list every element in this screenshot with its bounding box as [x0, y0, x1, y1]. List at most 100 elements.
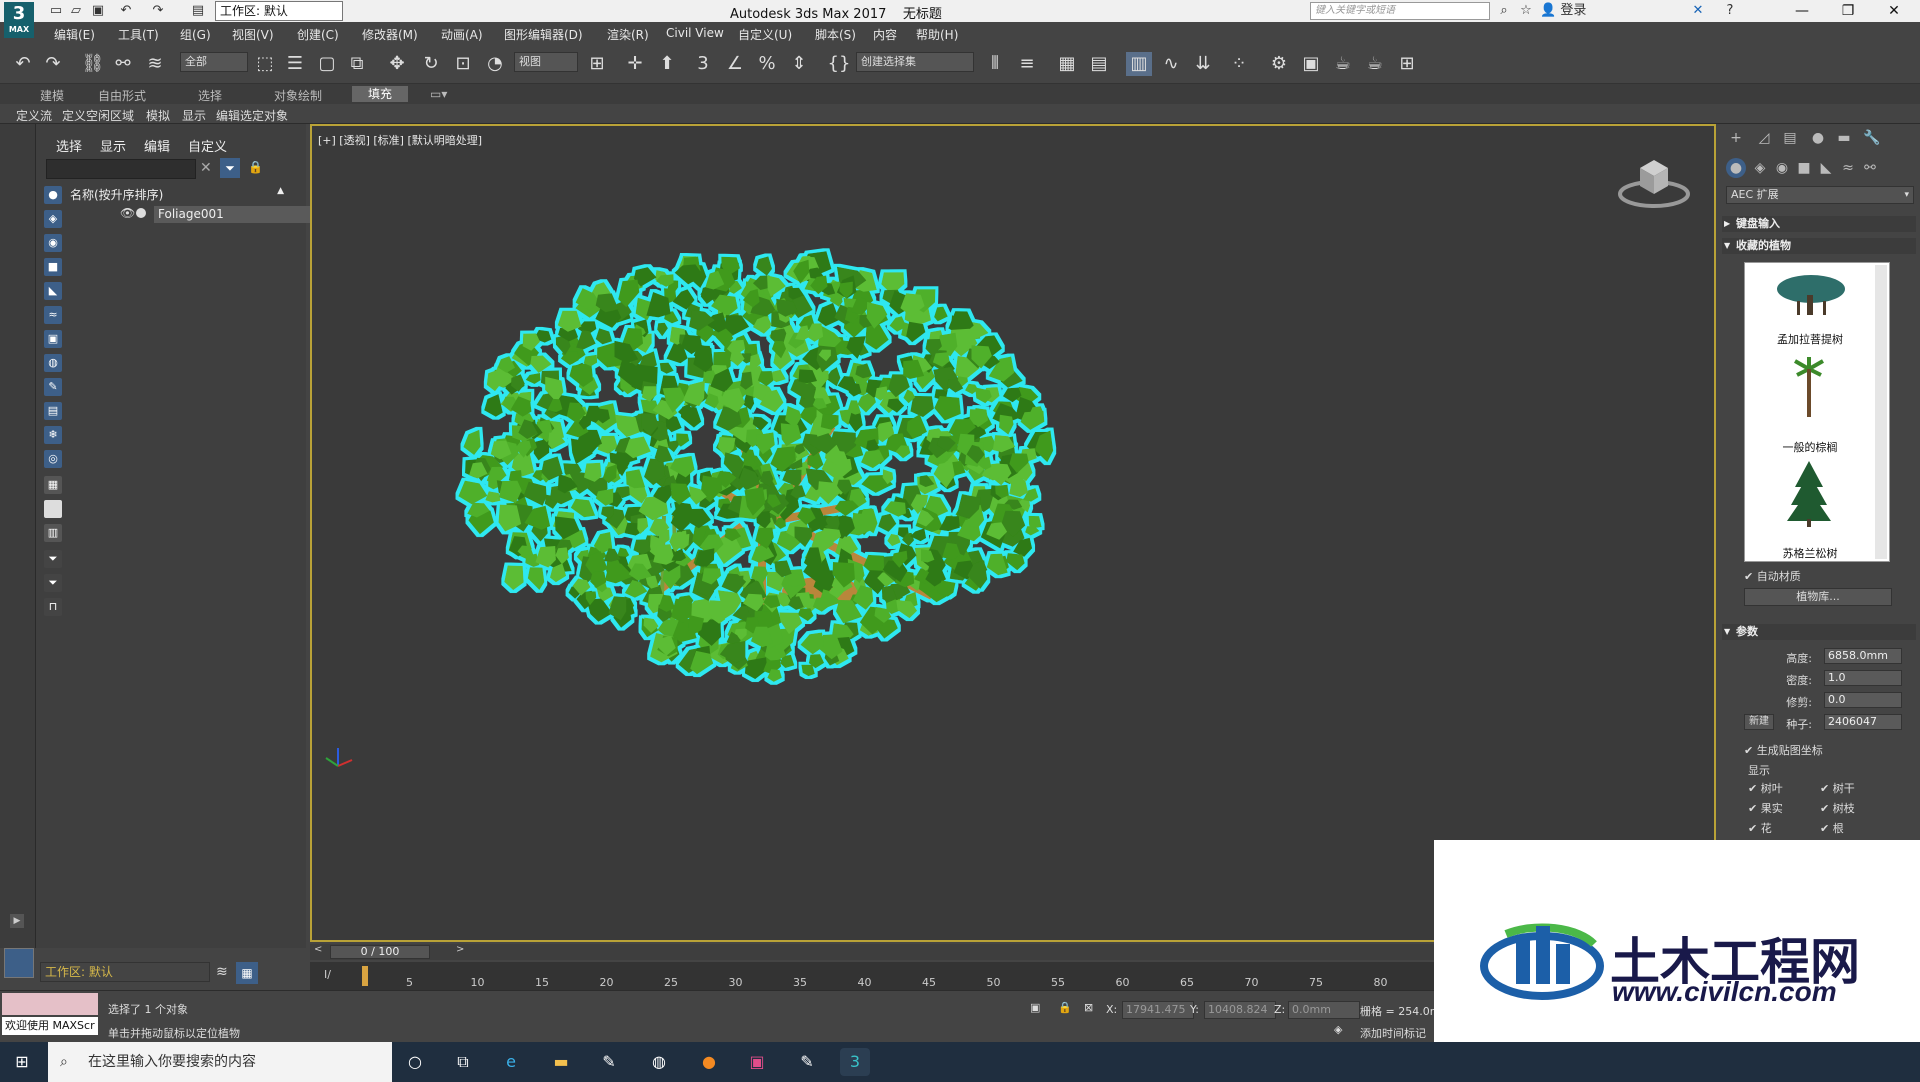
- undo-icon[interactable]: ↶: [118, 3, 134, 19]
- panel-define-flows[interactable]: 定义流: [16, 107, 52, 124]
- paint-app-icon[interactable]: ✎: [594, 1048, 624, 1076]
- menu-tools[interactable]: 工具(T): [118, 26, 159, 43]
- select-manipulate-icon[interactable]: ✛: [622, 52, 648, 76]
- panel-display[interactable]: 显示: [182, 107, 206, 124]
- layers-icon[interactable]: ≋: [216, 964, 228, 980]
- angle-snap-icon[interactable]: ∠: [722, 52, 748, 76]
- login-button[interactable]: 👤 登录: [1540, 3, 1600, 19]
- spacewarps-category-icon[interactable]: ≈: [1838, 158, 1858, 178]
- redo-icon[interactable]: ↷: [150, 3, 166, 19]
- absolute-mode-icon[interactable]: ⊠: [1084, 1001, 1093, 1014]
- filter-funnel2-icon[interactable]: ⏷: [44, 574, 62, 592]
- scale-icon[interactable]: ⊡: [450, 52, 476, 76]
- current-frame-marker[interactable]: [362, 966, 368, 986]
- rotate-icon[interactable]: ↻: [418, 52, 444, 76]
- filter-frozen-icon[interactable]: ❄: [44, 426, 62, 444]
- menu-edit[interactable]: 编辑(E): [54, 26, 95, 43]
- explorer-menu-select[interactable]: 选择: [56, 136, 82, 155]
- palm-tree-icon[interactable]: [1789, 355, 1829, 419]
- rect-selection-icon[interactable]: ▢: [314, 52, 340, 76]
- flowers-checkbox[interactable]: ✔ 花: [1748, 820, 1772, 836]
- plant-library-button[interactable]: 植物库...: [1744, 588, 1892, 606]
- menu-customize[interactable]: 自定义(U): [738, 26, 792, 43]
- filter-hidden-icon[interactable]: ◎: [44, 450, 62, 468]
- perspective-viewport[interactable]: [+] [透视] [标准] [默认明暗处理]: [310, 124, 1716, 942]
- rollout-favorite-plants[interactable]: ▼ 收藏的植物: [1722, 238, 1916, 254]
- ribbon-tab-populate[interactable]: 填充: [352, 86, 409, 102]
- redo-icon[interactable]: ↷: [40, 52, 66, 76]
- ribbon-tab-object-paint[interactable]: 对象绘制: [274, 87, 322, 104]
- gen-mapping-checkbox[interactable]: ✔ 生成贴图坐标: [1744, 742, 1823, 758]
- utilities-tab-icon[interactable]: 🔧: [1862, 128, 1882, 148]
- panel-edit-selected[interactable]: 编辑选定对象: [216, 107, 288, 124]
- taskbar-search-input[interactable]: ⌕ 在这里输入你要搜索的内容: [48, 1042, 392, 1082]
- link-icon[interactable]: ⛓: [80, 52, 106, 76]
- filter-shapes-icon[interactable]: ◈: [44, 210, 62, 228]
- cameras-category-icon[interactable]: ■: [1794, 158, 1814, 178]
- geometry-category-icon[interactable]: ●: [1726, 158, 1746, 178]
- notepad-icon[interactable]: ✎: [792, 1048, 822, 1076]
- add-time-tag[interactable]: 添加时间标记: [1360, 1025, 1426, 1041]
- ref-coord-dropdown[interactable]: 视图: [514, 52, 578, 72]
- menu-scripting[interactable]: 脚本(S): [815, 26, 856, 43]
- unlink-icon[interactable]: ⚯: [110, 52, 136, 76]
- menu-views[interactable]: 视图(V): [232, 26, 274, 43]
- filter-invert-icon[interactable]: ▥: [44, 524, 62, 542]
- selection-lock-icon[interactable]: 🔒: [1058, 1001, 1072, 1014]
- panel-simulate[interactable]: 模拟: [146, 107, 170, 124]
- help-search-input[interactable]: 键入关键字或短语: [1310, 2, 1490, 20]
- shapes-category-icon[interactable]: ◈: [1750, 158, 1770, 178]
- firefox-icon[interactable]: ●: [694, 1048, 724, 1076]
- filter-bones-icon[interactable]: ✎: [44, 378, 62, 396]
- filter-icon[interactable]: ⏷: [220, 158, 240, 178]
- plant-name[interactable]: 苏格兰松树: [1745, 545, 1875, 561]
- align-icon[interactable]: ≡: [1014, 52, 1040, 76]
- ribbon-tab-freeform[interactable]: 自由形式: [98, 87, 146, 104]
- photo-app-icon[interactable]: ▣: [742, 1048, 772, 1076]
- lock-icon[interactable]: 🔒: [248, 160, 263, 174]
- selection-filter-dropdown[interactable]: 全部: [180, 52, 248, 72]
- task-view-icon[interactable]: ⧉: [448, 1048, 478, 1076]
- workspace-selector[interactable]: 工作区: 默认: [40, 962, 210, 982]
- ribbon-tab-selection[interactable]: 选择: [198, 87, 222, 104]
- filter-groups-icon[interactable]: ▣: [44, 330, 62, 348]
- exchange-icon[interactable]: ✕: [1690, 3, 1706, 19]
- spinner-snap-icon[interactable]: ⇕: [786, 52, 812, 76]
- rollout-parameters[interactable]: ▼ 参数: [1722, 624, 1916, 640]
- 3dsmax-taskbar-icon[interactable]: 3: [840, 1048, 870, 1076]
- helpers-category-icon[interactable]: ◣: [1816, 158, 1836, 178]
- object-type-dropdown[interactable]: AEC 扩展 ▾: [1726, 186, 1914, 204]
- open-file-icon[interactable]: ▱: [68, 3, 84, 19]
- menu-civil-view[interactable]: Civil View: [666, 26, 724, 40]
- filter-spacewarps-icon[interactable]: ≈: [44, 306, 62, 324]
- scene-explorer-toggle-icon[interactable]: ▦: [236, 962, 258, 984]
- restore-button[interactable]: ❐: [1826, 0, 1870, 22]
- pruning-spinner[interactable]: 0.0: [1824, 692, 1902, 708]
- placement-icon[interactable]: ◔: [482, 52, 508, 76]
- roots-checkbox[interactable]: ✔ 根: [1820, 820, 1844, 836]
- edit-named-sel-icon[interactable]: {}: [826, 52, 852, 76]
- star-icon[interactable]: ☆: [1518, 3, 1534, 19]
- render-cloud-icon[interactable]: ⊞: [1394, 52, 1420, 76]
- banyan-tree-icon[interactable]: [1775, 271, 1847, 317]
- scene-explorer-icon[interactable]: ▥: [1126, 52, 1152, 76]
- prev-frame-icon[interactable]: <: [314, 944, 322, 955]
- density-spinner[interactable]: 1.0: [1824, 670, 1902, 686]
- plant-list-scrollbar[interactable]: [1875, 265, 1887, 559]
- plant-name[interactable]: 一般的棕榈: [1745, 439, 1875, 455]
- window-crossing-icon[interactable]: ⧉: [344, 52, 370, 76]
- modify-tab-icon[interactable]: ◿: [1754, 128, 1774, 148]
- create-tab-icon[interactable]: +: [1726, 128, 1746, 148]
- move-icon[interactable]: ✥: [384, 52, 410, 76]
- foliage-tree[interactable]: [458, 251, 1054, 682]
- project-icon[interactable]: ▤: [190, 3, 206, 19]
- rollout-keyboard-entry[interactable]: ▶ 键盘输入: [1722, 216, 1916, 232]
- plant-list[interactable]: 孟加拉菩提树 一般的棕榈 苏格兰松树: [1744, 262, 1890, 562]
- maxscript-listener[interactable]: [2, 993, 98, 1015]
- time-slider-knob[interactable]: 0 / 100: [330, 945, 430, 959]
- leaves-checkbox[interactable]: ✔ 树叶: [1748, 780, 1783, 796]
- select-object-icon[interactable]: ⬚: [252, 52, 278, 76]
- menu-help[interactable]: 帮助(H): [916, 26, 958, 43]
- z-coord-field[interactable]: 0.0mm: [1288, 1001, 1360, 1019]
- isolate-icon[interactable]: ▣: [1030, 1001, 1040, 1014]
